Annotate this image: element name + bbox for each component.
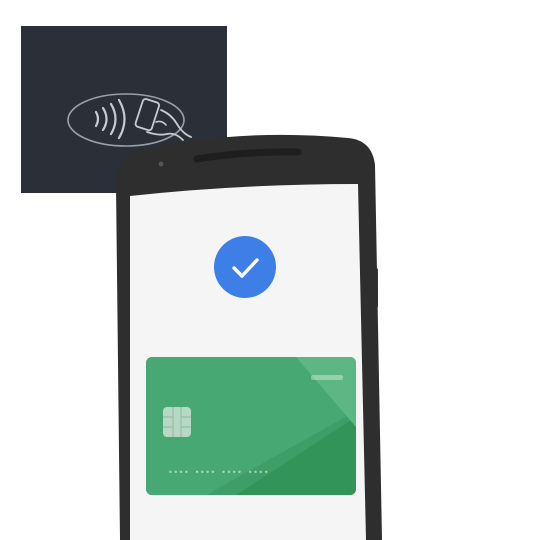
payment-illustration: •••• •••• •••• •••• [0,0,540,540]
payment-card: •••• •••• •••• •••• [146,357,356,495]
checkmark-icon [232,258,259,278]
card-number: •••• •••• •••• •••• [168,468,270,477]
success-status [214,236,276,298]
chip-icon [163,407,191,437]
